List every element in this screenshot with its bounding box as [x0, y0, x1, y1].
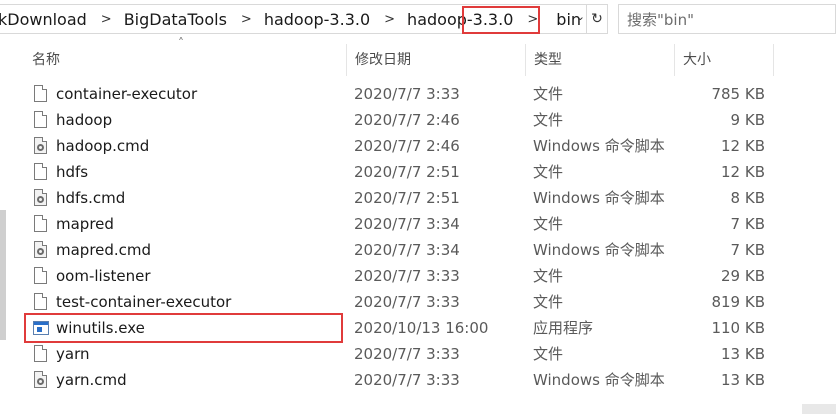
- file-name: hadoop: [56, 111, 113, 129]
- column-header-type[interactable]: 类型: [526, 42, 674, 76]
- column-divider[interactable]: [773, 44, 774, 76]
- file-name: yarn: [56, 345, 90, 363]
- file-type: 文件: [533, 85, 564, 103]
- window-titlebar-icon: [34, 322, 48, 325]
- file-row[interactable]: mapred 2020/7/7 3:34 文件 7 KB: [24, 211, 774, 237]
- file-type: 文件: [533, 111, 564, 129]
- file-icon: [34, 163, 47, 180]
- file-modified-date: 2020/7/7 3:34: [354, 241, 460, 259]
- file-icon: [34, 85, 47, 102]
- file-size: 7 KB: [730, 215, 765, 233]
- file-size: 29 KB: [721, 267, 765, 285]
- file-modified-date: 2020/7/7 2:46: [354, 111, 460, 129]
- file-name: hdfs: [56, 163, 89, 181]
- file-size: 110 KB: [711, 319, 765, 337]
- breadcrumb-chevron-icon[interactable]: >: [517, 12, 550, 27]
- column-header-date[interactable]: 修改日期: [347, 42, 525, 76]
- file-modified-date: 2020/7/7 2:51: [354, 189, 460, 207]
- breadcrumb-item[interactable]: hadoop-3.3.0: [407, 10, 517, 29]
- file-modified-date: 2020/10/13 16:00: [354, 319, 489, 337]
- file-name: winutils.exe: [56, 319, 145, 337]
- cmd-file-icon: [34, 189, 47, 206]
- file-type: 文件: [533, 163, 564, 181]
- file-icon: [34, 267, 47, 284]
- exe-file-icon: [33, 321, 49, 335]
- file-modified-date: 2020/7/7 2:51: [354, 163, 460, 181]
- file-size: 785 KB: [711, 85, 765, 103]
- file-modified-date: 2020/7/7 3:33: [354, 267, 460, 285]
- cmd-file-icon: [34, 241, 47, 258]
- file-icon: [34, 345, 47, 362]
- file-row[interactable]: yarn 2020/7/7 3:33 文件 13 KB: [24, 341, 774, 367]
- file-type: Windows 命令脚本: [533, 137, 665, 155]
- file-icon: [34, 215, 47, 232]
- address-bar[interactable]: kDownload > BigDataTools > hadoop-3.3.0 …: [0, 4, 608, 34]
- file-name: container-executor: [56, 85, 198, 103]
- file-modified-date: 2020/7/7 3:34: [354, 215, 460, 233]
- file-type: 文件: [533, 345, 564, 363]
- file-name: mapred.cmd: [56, 241, 152, 259]
- file-type: Windows 命令脚本: [533, 371, 665, 389]
- breadcrumb-item[interactable]: kDownload: [0, 10, 91, 29]
- column-header-name[interactable]: 名称: [24, 42, 346, 76]
- file-modified-date: 2020/7/7 3:33: [354, 345, 460, 363]
- file-modified-date: 2020/7/7 2:46: [354, 137, 460, 155]
- file-row[interactable]: hdfs.cmd 2020/7/7 2:51 Windows 命令脚本 8 KB: [24, 185, 774, 211]
- file-row[interactable]: mapred.cmd 2020/7/7 3:34 Windows 命令脚本 7 KB: [24, 237, 774, 263]
- file-size: 12 KB: [721, 137, 765, 155]
- window-block-icon: [37, 327, 42, 332]
- file-icon: [34, 111, 47, 128]
- file-icon: [34, 293, 47, 310]
- file-row[interactable]: oom-listener 2020/7/7 3:33 文件 29 KB: [24, 263, 774, 289]
- file-modified-date: 2020/7/7 3:33: [354, 293, 460, 311]
- file-row[interactable]: test-container-executor 2020/7/7 3:33 文件 81…: [24, 289, 774, 315]
- file-type: Windows 命令脚本: [533, 189, 665, 207]
- search-input[interactable]: 搜索"bin": [618, 4, 836, 34]
- file-name: mapred: [56, 215, 114, 233]
- file-size: 8 KB: [730, 189, 765, 207]
- file-name: yarn.cmd: [56, 371, 127, 389]
- file-size: 819 KB: [711, 293, 765, 311]
- file-modified-date: 2020/7/7 3:33: [354, 371, 460, 389]
- file-row[interactable]: yarn.cmd 2020/7/7 3:33 Windows 命令脚本 13 KB: [24, 367, 774, 393]
- file-type: 文件: [533, 215, 564, 233]
- file-row[interactable]: winutils.exe 2020/10/13 16:00 应用程序 110 KB: [24, 315, 774, 341]
- file-row[interactable]: container-executor 2020/7/7 3:33 文件 785 KB: [24, 81, 774, 107]
- file-size: 13 KB: [721, 371, 765, 389]
- breadcrumb-item[interactable]: BigDataTools: [124, 10, 231, 29]
- file-type: 文件: [533, 267, 564, 285]
- file-modified-date: 2020/7/7 3:33: [354, 85, 460, 103]
- breadcrumb-item[interactable]: hadoop-3.3.0: [264, 10, 374, 29]
- breadcrumb-chevron-icon[interactable]: >: [231, 12, 264, 27]
- cmd-file-icon: [34, 371, 47, 388]
- file-type: 应用程序: [533, 319, 594, 337]
- cmd-file-icon: [34, 137, 47, 154]
- file-row[interactable]: hadoop 2020/7/7 2:46 文件 9 KB: [24, 107, 774, 133]
- file-row[interactable]: hdfs 2020/7/7 2:51 文件 12 KB: [24, 159, 774, 185]
- file-name: hdfs.cmd: [56, 189, 126, 207]
- file-type: Windows 命令脚本: [533, 241, 665, 259]
- gear-icon: [37, 196, 44, 203]
- file-row[interactable]: hadoop.cmd 2020/7/7 2:46 Windows 命令脚本 12 KB: [24, 133, 774, 159]
- file-size: 13 KB: [721, 345, 765, 363]
- breadcrumb-chevron-icon[interactable]: >: [91, 12, 124, 27]
- refresh-icon[interactable]: ↻: [586, 5, 607, 33]
- file-size: 9 KB: [730, 111, 765, 129]
- address-dropdown-icon[interactable]: ⌄: [576, 10, 585, 23]
- nav-pane-scrollbar[interactable]: [0, 210, 6, 340]
- file-name: oom-listener: [56, 267, 151, 285]
- file-type: 文件: [533, 293, 564, 311]
- window-corner: [802, 404, 836, 414]
- gear-icon: [37, 378, 44, 385]
- gear-icon: [37, 144, 44, 151]
- file-name: hadoop.cmd: [56, 137, 150, 155]
- file-size: 12 KB: [721, 163, 765, 181]
- gear-icon: [37, 248, 44, 255]
- file-size: 7 KB: [730, 241, 765, 259]
- file-name: test-container-executor: [56, 293, 232, 311]
- column-header-size[interactable]: 大小: [675, 42, 773, 76]
- breadcrumb-chevron-icon[interactable]: >: [374, 12, 407, 27]
